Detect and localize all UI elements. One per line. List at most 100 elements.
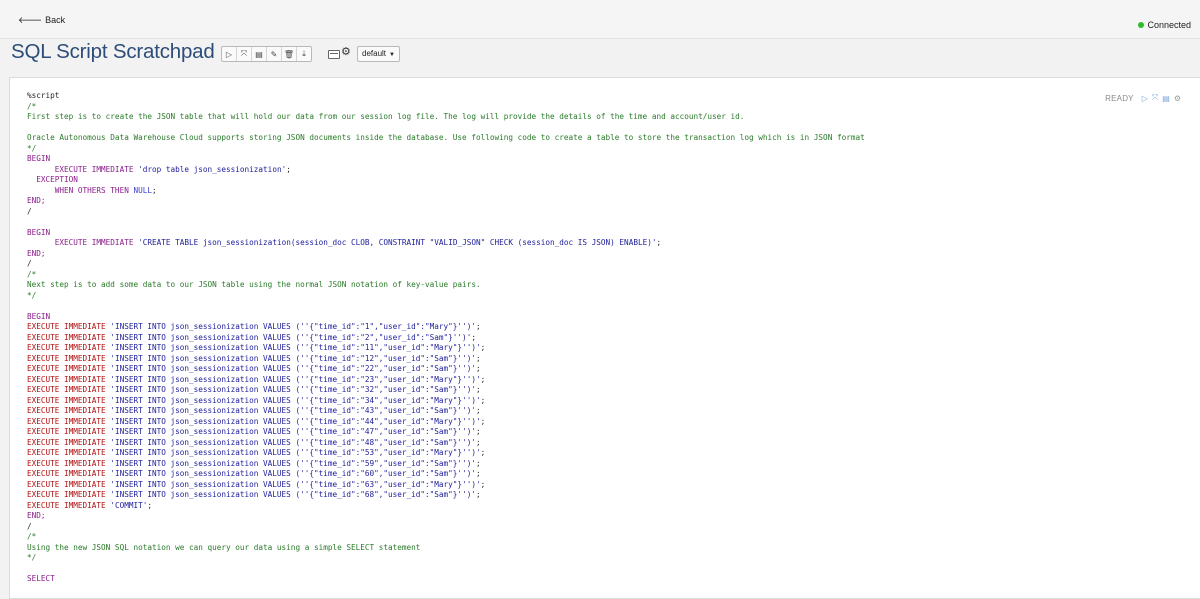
expand-icon[interactable]: ⤧ (1152, 93, 1158, 103)
code-line: /* (27, 270, 1127, 281)
run-all-button[interactable]: ▷ (222, 47, 237, 61)
top-bar: 🡐 Back Connected (0, 0, 1200, 39)
code-line: EXECUTE IMMEDIATE 'drop table json_sessi… (27, 165, 1127, 176)
interpreter-select-value: default (362, 49, 387, 58)
code-token: EXECUTE IMMEDIATE (27, 395, 111, 405)
code-token: / (27, 259, 32, 268)
code-token: BEGIN (27, 154, 51, 163)
eraser-icon: ✎ (270, 49, 278, 59)
connection-status-label: Connected (1147, 20, 1191, 30)
gear-icon[interactable]: ⚙ (1174, 94, 1181, 103)
code-token: 'INSERT INTO json_sessionization VALUES … (110, 437, 476, 447)
notebook-toolbar: ▷ ⤧ ▤ ✎ 🗑 ⤓ (221, 46, 312, 62)
arrow-left-icon: 🡐 (18, 15, 43, 25)
code-token: 'INSERT INTO json_sessionization VALUES … (110, 416, 481, 426)
code-token: BEGIN (27, 311, 51, 321)
download-icon: ⤓ (302, 49, 306, 58)
code-line: EXECUTE IMMEDIATE 'INSERT INTO json_sess… (27, 364, 1127, 375)
code-line: */ (27, 144, 1127, 155)
back-link[interactable]: 🡐 Back (18, 15, 65, 26)
code-line: EXECUTE IMMEDIATE 'INSERT INTO json_sess… (27, 406, 1127, 417)
code-line: EXECUTE IMMEDIATE 'INSERT INTO json_sess… (27, 469, 1127, 480)
code-token: ; (480, 416, 486, 426)
code-token: ; (475, 469, 481, 478)
code-token: ; (480, 343, 486, 352)
code-token: 'INSERT INTO json_sessionization VALUES … (110, 343, 481, 352)
code-token: / (27, 206, 32, 216)
code-line: EXECUTE IMMEDIATE 'INSERT INTO json_sess… (27, 385, 1127, 396)
code-token: EXECUTE IMMEDIATE (27, 458, 111, 468)
code-line: */ (27, 291, 1127, 302)
interpreter-select[interactable]: default ▼ (357, 46, 400, 62)
code-token: ; (475, 490, 481, 499)
code-token: Using the new JSON SQL notation we can q… (27, 542, 421, 552)
gear-icon[interactable]: ⚙ (341, 45, 351, 58)
code-token: ; (480, 479, 486, 489)
code-token: 'drop table json_sessionization' (138, 164, 287, 174)
code-token: EXECUTE IMMEDIATE (27, 332, 111, 342)
run-icon[interactable]: ▷ (1142, 94, 1148, 103)
book-icon[interactable]: ▤ (1162, 94, 1170, 103)
code-token: 'INSERT INTO json_sessionization VALUES … (110, 385, 476, 394)
delete-button[interactable]: 🗑 (282, 47, 297, 61)
export-button[interactable]: ⤓ (297, 47, 311, 61)
code-line: END; (27, 196, 1127, 207)
code-line: / (27, 522, 1127, 533)
code-token: /* (27, 532, 37, 541)
code-token: ; (475, 406, 481, 415)
code-token: First step is to create the JSON table t… (27, 112, 745, 121)
code-line: WHEN OTHERS THEN NULL; (27, 186, 1127, 197)
trash-icon: 🗑 (283, 49, 295, 59)
hide-output-button[interactable]: ▤ (252, 47, 267, 61)
code-line: First step is to create the JSON table t… (27, 112, 1127, 123)
code-line: */ (27, 553, 1127, 564)
code-line: BEGIN (27, 312, 1127, 323)
code-token: %script (27, 91, 60, 100)
code-line: END; (27, 249, 1127, 260)
back-label: Back (45, 15, 66, 25)
code-token: 'INSERT INTO json_sessionization VALUES … (110, 479, 481, 489)
code-token: BEGIN (27, 227, 51, 237)
code-token: / (27, 521, 32, 531)
connection-status: Connected (1138, 20, 1191, 30)
run-icon: ▷ (225, 49, 233, 59)
code-editor[interactable]: %script /* First step is to create the JSO… (27, 91, 1127, 585)
code-line: EXECUTE IMMEDIATE 'INSERT INTO json_sess… (27, 333, 1127, 344)
code-token: EXECUTE IMMEDIATE (27, 427, 111, 436)
code-line: EXECUTE IMMEDIATE 'INSERT INTO json_sess… (27, 448, 1127, 459)
code-token: ; (475, 437, 481, 447)
code-token: ; (480, 395, 486, 405)
code-token: */ (27, 553, 37, 562)
code-token: END; (27, 196, 46, 205)
code-token: EXECUTE IMMEDIATE (27, 374, 111, 384)
code-token: EXECUTE IMMEDIATE (27, 343, 111, 352)
code-line: EXECUTE IMMEDIATE 'INSERT INTO json_sess… (27, 459, 1127, 470)
hide-code-button[interactable]: ⤧ (237, 47, 252, 61)
code-token: EXECUTE IMMEDIATE (27, 406, 111, 415)
code-token: ; (151, 185, 157, 195)
code-token: EXECUTE IMMEDIATE (27, 164, 139, 174)
keyboard-icon[interactable] (328, 50, 340, 59)
code-line: EXECUTE IMMEDIATE 'INSERT INTO json_sess… (27, 343, 1127, 354)
code-token: ; (475, 322, 481, 331)
code-token: 'INSERT INTO json_sessionization VALUES … (110, 322, 476, 331)
code-line: EXECUTE IMMEDIATE 'INSERT INTO json_sess… (27, 480, 1127, 491)
code-token: 'INSERT INTO json_sessionization VALUES … (110, 353, 476, 363)
clear-output-button[interactable]: ✎ (267, 47, 282, 61)
code-token: END; (27, 248, 46, 258)
code-token: EXECUTE IMMEDIATE (27, 490, 111, 499)
code-token: 'INSERT INTO json_sessionization VALUES … (110, 395, 481, 405)
code-line: BEGIN (27, 228, 1127, 239)
code-token: 'INSERT INTO json_sessionization VALUES … (110, 374, 481, 384)
page-title: SQL Script Scratchpad (11, 40, 215, 63)
code-line: %script (27, 91, 1127, 102)
code-token: 'INSERT INTO json_sessionization VALUES … (110, 364, 476, 373)
code-token: 'INSERT INTO json_sessionization VALUES … (110, 458, 476, 468)
code-line: EXECUTE IMMEDIATE 'INSERT INTO json_sess… (27, 417, 1127, 428)
code-token: 'COMMIT' (110, 500, 148, 510)
code-token: 'INSERT INTO json_sessionization VALUES … (110, 448, 481, 457)
code-token: NULL (133, 185, 152, 195)
